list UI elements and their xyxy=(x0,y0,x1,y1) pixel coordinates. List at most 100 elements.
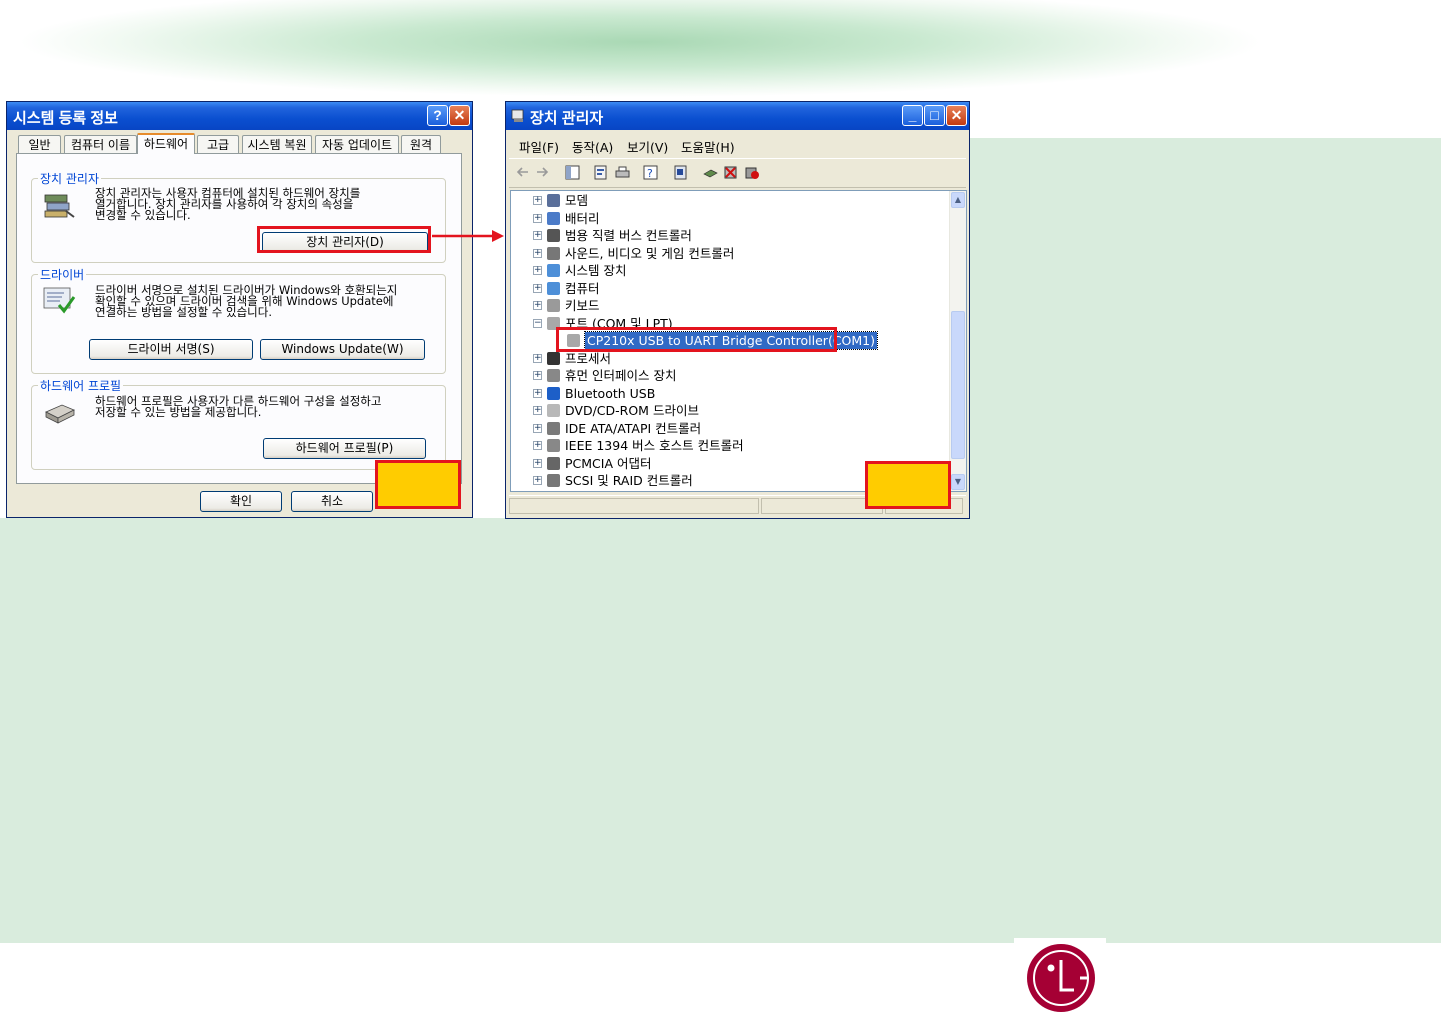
device-manager-icon xyxy=(44,194,75,218)
tree-category-item[interactable]: + 범용 직렬 버스 컨트롤러 xyxy=(511,227,941,244)
expand-icon[interactable]: + xyxy=(533,388,542,398)
close-button[interactable]: ✕ xyxy=(946,105,967,126)
usb-icon xyxy=(547,229,560,242)
scan-hardware-icon[interactable] xyxy=(673,165,688,180)
tree-category-item[interactable]: + 시스템 장치 xyxy=(511,262,941,279)
expand-icon[interactable]: + xyxy=(533,441,542,450)
expand-icon[interactable]: + xyxy=(533,353,542,363)
expand-icon[interactable]: + xyxy=(533,476,542,485)
tab-general[interactable]: 일반 xyxy=(18,135,61,153)
cancel-button[interactable]: 취소 xyxy=(291,491,373,512)
windows-update-button[interactable]: Windows Update(W) xyxy=(260,339,425,360)
tree-category-item[interactable]: + IEEE 1394 버스 호스트 컨트롤러 xyxy=(511,437,941,454)
update-driver-icon[interactable] xyxy=(703,165,718,180)
expand-icon[interactable]: + xyxy=(533,406,542,415)
tree-category-item[interactable]: + DVD/CD-ROM 드라이브 xyxy=(511,402,941,419)
group-title: 하드웨어 프로필 xyxy=(38,377,124,394)
tree-category-item[interactable]: + 모뎀 xyxy=(511,192,941,209)
tree-item-label: 프로세서 xyxy=(565,350,612,366)
maximize-button[interactable]: □ xyxy=(924,105,945,126)
tree-item-label: DVD/CD-ROM 드라이브 xyxy=(565,403,699,418)
system-device-icon xyxy=(547,264,560,277)
hardware-profiles-button[interactable]: 하드웨어 프로필(P) xyxy=(263,438,426,459)
tree-category-item[interactable]: + 키보드 xyxy=(511,297,941,314)
tab-system-restore[interactable]: 시스템 복원 xyxy=(242,135,312,153)
tree-item-label: 모뎀 xyxy=(565,193,589,208)
tree-item-label: 휴먼 인터페이스 장치 xyxy=(565,368,677,383)
tree-category-item[interactable]: + IDE ATA/ATAPI 컨트롤러 xyxy=(511,420,941,437)
expand-icon[interactable]: + xyxy=(533,248,542,258)
tree-item-label: 배터리 xyxy=(565,210,600,226)
back-icon[interactable] xyxy=(515,165,530,180)
menu-help[interactable]: 도움말(H) xyxy=(681,137,735,156)
scroll-up-button[interactable]: ▲ xyxy=(951,192,965,208)
pcmcia-icon xyxy=(547,456,560,470)
scroll-down-button[interactable]: ▼ xyxy=(951,474,965,490)
device-manager-button-highlight xyxy=(257,226,431,253)
tree-item-label: IEEE 1394 버스 호스트 컨트롤러 xyxy=(565,438,744,453)
hardware-profile-icon xyxy=(45,404,75,424)
hardware-profile-group: 하드웨어 프로필 하드웨어 프로필은 사용자가 다른 하드웨어 구성을 설정하고… xyxy=(31,377,446,470)
modem-icon xyxy=(547,194,560,207)
driver-group: 드라이버 드라이버 서명으로 설치된 드라이버가 Windows와 호환되는지 … xyxy=(31,266,446,374)
help-button[interactable]: ? xyxy=(427,105,448,126)
toolbar: ? xyxy=(509,158,966,188)
header-gradient-band xyxy=(0,0,1441,100)
expand-icon[interactable]: + xyxy=(533,196,542,205)
bluetooth-icon xyxy=(547,386,560,400)
tree-item-label: Bluetooth USB xyxy=(565,385,656,401)
tree-item-label: 키보드 xyxy=(565,298,600,313)
tree-category-item[interactable]: + 컴퓨터 xyxy=(511,280,941,297)
print-icon[interactable] xyxy=(615,165,630,180)
tab-advanced[interactable]: 고급 xyxy=(197,135,239,153)
device-manager-app-icon xyxy=(511,109,524,122)
driver-signing-icon xyxy=(43,287,76,314)
expand-icon[interactable]: + xyxy=(533,371,542,380)
tree-item-label: 컴퓨터 xyxy=(565,280,600,296)
battery-icon xyxy=(547,211,560,225)
tree-category-item[interactable]: + 휴먼 인터페이스 장치 xyxy=(511,367,941,384)
window-title: 장치 관리자 xyxy=(530,110,604,127)
scsi-icon xyxy=(547,474,560,487)
expand-icon[interactable]: + xyxy=(533,283,542,293)
menu-file[interactable]: 파일(F) xyxy=(519,137,559,156)
tree-item-label: 범용 직렬 버스 컨트롤러 xyxy=(565,228,692,243)
yellow-marker-left xyxy=(375,460,461,509)
forward-icon[interactable] xyxy=(535,165,550,180)
hid-icon xyxy=(547,369,560,382)
tree-category-item[interactable]: + 프로세서 xyxy=(511,350,941,367)
expand-icon[interactable]: + xyxy=(533,301,542,310)
tree-category-item[interactable]: + Bluetooth USB xyxy=(511,385,941,402)
scroll-thumb[interactable] xyxy=(951,311,965,459)
vertical-scrollbar[interactable]: ▲ ▼ xyxy=(949,191,966,491)
tab-automatic-updates[interactable]: 자동 업데이트 xyxy=(315,135,399,153)
yellow-marker-right xyxy=(865,461,951,509)
minimize-button[interactable]: _ xyxy=(902,105,923,126)
expand-icon[interactable]: + xyxy=(533,213,542,223)
menu-action[interactable]: 동작(A) xyxy=(572,137,613,156)
hardware-tab-panel: 장치 관리자 장치 관리자는 사용자 컴퓨터에 설치된 하드웨어 장치를 열거합… xyxy=(16,153,462,484)
expand-icon[interactable]: + xyxy=(533,266,542,275)
properties-icon[interactable] xyxy=(593,165,608,180)
disable-icon[interactable] xyxy=(745,165,760,180)
tab-remote[interactable]: 원격 xyxy=(401,135,441,153)
close-button[interactable]: ✕ xyxy=(449,105,470,126)
tree-category-item[interactable]: + 사운드, 비디오 및 게임 컨트롤러 xyxy=(511,245,941,262)
console-tree-icon[interactable] xyxy=(565,165,580,180)
collapse-icon[interactable]: − xyxy=(533,318,542,328)
sound-icon xyxy=(547,246,560,260)
expand-icon[interactable]: + xyxy=(533,458,542,468)
ide-icon xyxy=(547,421,560,435)
ieee1394-icon xyxy=(547,439,560,452)
tree-category-item[interactable]: + 배터리 xyxy=(511,210,941,227)
help-icon[interactable]: ? xyxy=(643,165,658,180)
menu-view[interactable]: 보기(V) xyxy=(627,137,668,156)
expand-icon[interactable]: + xyxy=(533,231,542,240)
tab-computer-name[interactable]: 컴퓨터 이름 xyxy=(64,135,137,153)
menu-bar: 파일(F) 동작(A) 보기(V) 도움말(H) xyxy=(509,132,966,156)
expand-icon[interactable]: + xyxy=(533,423,542,433)
uninstall-icon[interactable] xyxy=(723,165,738,180)
driver-signing-button[interactable]: 드라이버 서명(S) xyxy=(89,339,253,360)
ok-button[interactable]: 확인 xyxy=(200,491,282,512)
tab-hardware[interactable]: 하드웨어 xyxy=(137,133,195,154)
